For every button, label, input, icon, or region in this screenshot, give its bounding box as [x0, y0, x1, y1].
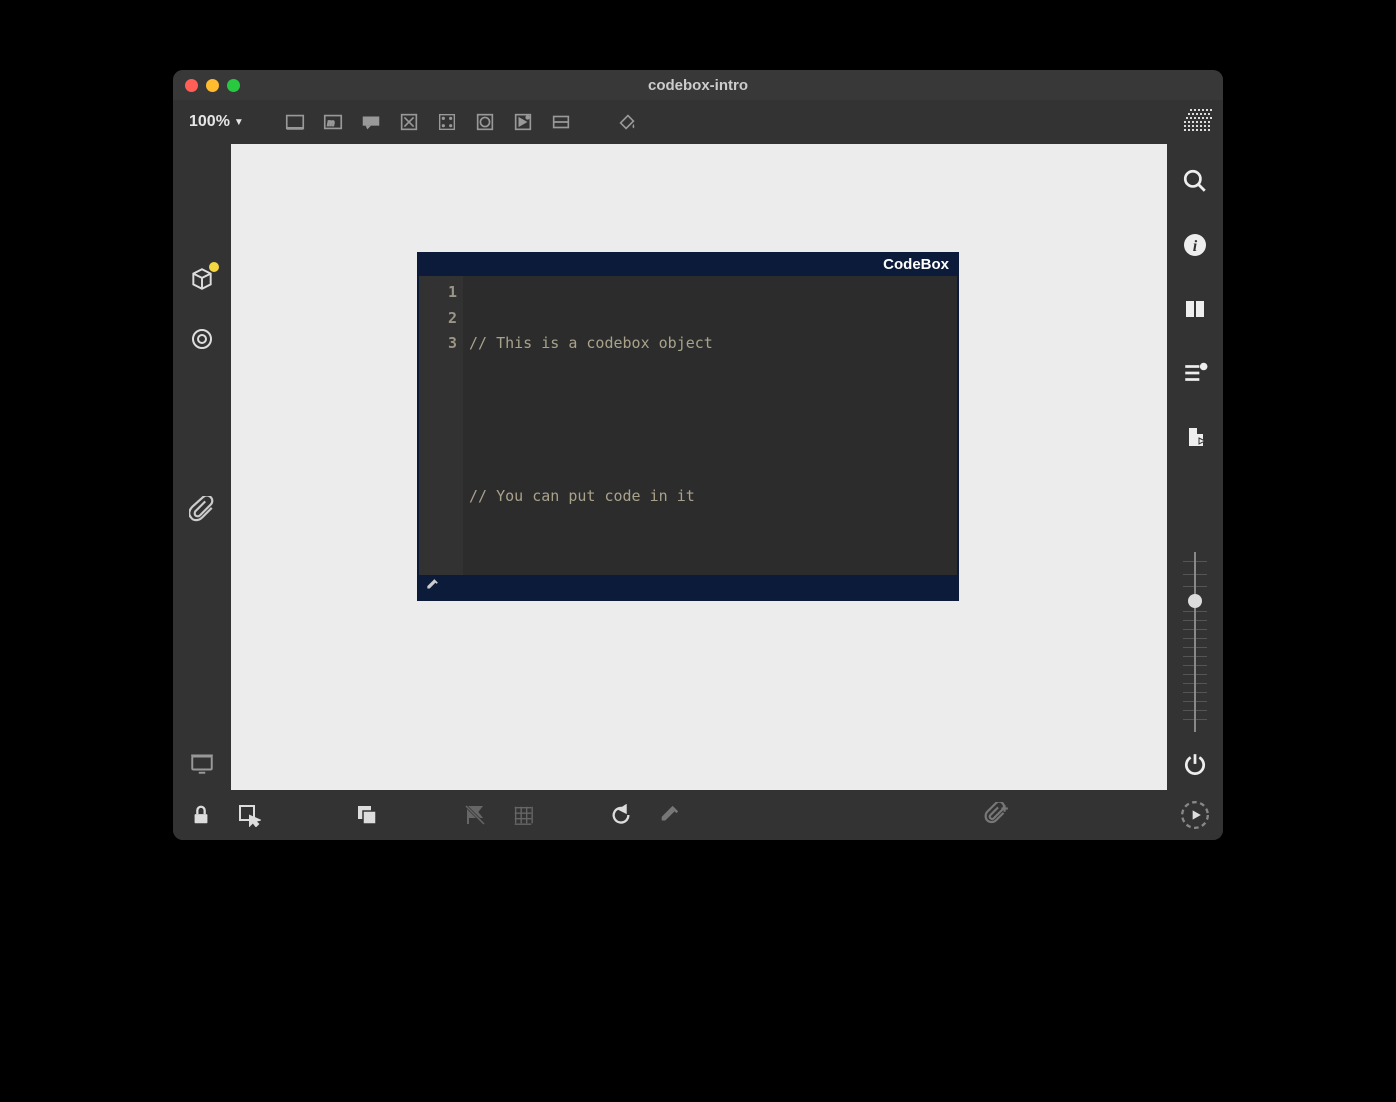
- volume-slider-thumb[interactable]: [1188, 594, 1202, 608]
- window-controls: [185, 79, 240, 92]
- play-button-icon[interactable]: [1181, 801, 1209, 829]
- codebox-footer: [419, 575, 957, 599]
- line-number: 3: [419, 331, 457, 357]
- patcher-canvas[interactable]: CodeBox 1 2 3 // This is a codebox objec…: [231, 144, 1167, 790]
- grid-toggle-icon[interactable]: [509, 801, 537, 829]
- minimize-window-button[interactable]: [206, 79, 219, 92]
- codebox-object[interactable]: CodeBox 1 2 3 // This is a codebox objec…: [417, 252, 959, 601]
- hammer-icon[interactable]: [425, 578, 439, 597]
- select-cursor-icon[interactable]: [235, 801, 263, 829]
- close-window-button[interactable]: [185, 79, 198, 92]
- line-number: 2: [419, 306, 457, 332]
- search-icon[interactable]: [1180, 166, 1210, 196]
- split-view-icon[interactable]: [1180, 294, 1210, 324]
- message-tool-icon[interactable]: m: [318, 107, 348, 137]
- code-line: // You can put code in it: [469, 484, 949, 510]
- line-number: 1: [419, 280, 457, 306]
- code-content[interactable]: // This is a codebox object // You can p…: [463, 276, 957, 575]
- patcher-grid-icon[interactable]: [1183, 107, 1213, 137]
- codebox-title: CodeBox: [419, 254, 957, 276]
- zoom-value: 100%: [189, 113, 230, 131]
- code-line: [469, 408, 949, 434]
- left-sidebar: [173, 144, 231, 790]
- attach-add-icon[interactable]: [983, 801, 1011, 829]
- package-tool-icon[interactable]: [187, 264, 217, 294]
- volume-slider[interactable]: [1180, 552, 1210, 732]
- info-icon[interactable]: i: [1180, 230, 1210, 260]
- export-icon[interactable]: [1180, 422, 1210, 452]
- lock-icon[interactable]: [187, 801, 215, 829]
- svg-text:i: i: [1193, 238, 1198, 255]
- svg-text:m: m: [327, 119, 334, 128]
- paperclip-tool-icon[interactable]: [187, 494, 217, 524]
- matrix-tool-icon[interactable]: [432, 107, 462, 137]
- dropdown-arrow-icon: ▼: [234, 117, 244, 128]
- codebox-editor[interactable]: 1 2 3 // This is a codebox object // You…: [419, 276, 957, 575]
- flag-off-icon[interactable]: [461, 801, 489, 829]
- line-number-gutter: 1 2 3: [419, 276, 463, 575]
- panel-tool-icon[interactable]: [546, 107, 576, 137]
- window-title: codebox-intro: [173, 77, 1223, 94]
- app-window: codebox-intro 100% ▼ m: [173, 70, 1223, 840]
- right-sidebar: i: [1167, 144, 1223, 790]
- bang-tool-icon[interactable]: [394, 107, 424, 137]
- main-area: CodeBox 1 2 3 // This is a codebox objec…: [173, 144, 1223, 790]
- list-indicator-icon[interactable]: [1180, 358, 1210, 388]
- layers-icon[interactable]: [353, 801, 381, 829]
- refresh-icon[interactable]: [607, 801, 635, 829]
- top-toolbar: 100% ▼ m: [173, 100, 1223, 144]
- zoom-dropdown[interactable]: 100% ▼: [183, 113, 250, 131]
- maximize-window-button[interactable]: [227, 79, 240, 92]
- paint-bucket-tool-icon[interactable]: [612, 107, 642, 137]
- target-tool-icon[interactable]: [187, 324, 217, 354]
- comment-tool-icon[interactable]: [356, 107, 386, 137]
- toggle-tool-icon[interactable]: [470, 107, 500, 137]
- presentation-tool-icon[interactable]: [187, 748, 217, 778]
- bottom-toolbar: [173, 790, 1223, 840]
- jsliderbox-tool-icon[interactable]: [280, 107, 310, 137]
- preset-tool-icon[interactable]: [508, 107, 538, 137]
- build-hammer-icon[interactable]: [655, 801, 683, 829]
- power-icon[interactable]: [1180, 750, 1210, 780]
- titlebar: codebox-intro: [173, 70, 1223, 100]
- code-line: // This is a codebox object: [469, 331, 949, 357]
- canvas-area[interactable]: CodeBox 1 2 3 // This is a codebox objec…: [231, 144, 1167, 790]
